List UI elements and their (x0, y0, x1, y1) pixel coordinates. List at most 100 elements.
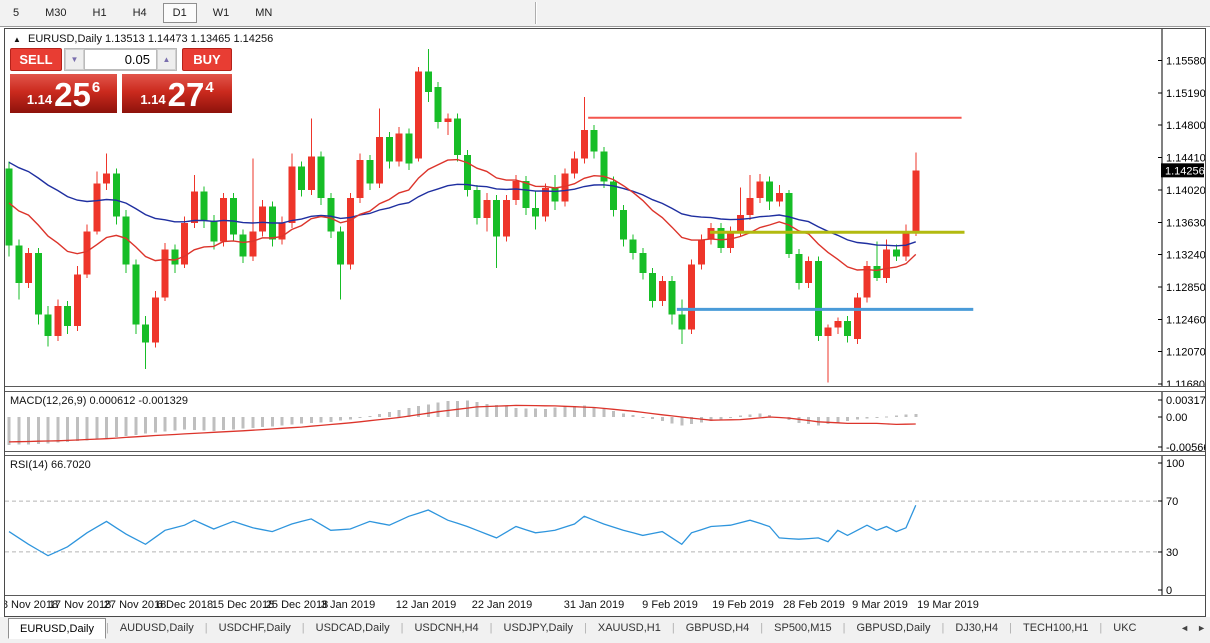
candlestick (844, 321, 851, 336)
candlestick (854, 298, 861, 339)
candlestick (435, 87, 442, 122)
macd-histogram-bar (388, 412, 391, 417)
sell-price-pip: 6 (92, 79, 100, 96)
macd-histogram-bar (134, 417, 137, 435)
candlestick (405, 133, 412, 163)
candlestick (474, 190, 481, 218)
candlestick (503, 200, 510, 236)
tab-scroll-right-icon[interactable]: ► (1197, 623, 1206, 633)
candlestick (522, 181, 529, 208)
candlestick (620, 210, 627, 240)
tab-eurusd-daily[interactable]: EURUSD,Daily (8, 618, 106, 639)
tab-sp500-m15[interactable]: SP500,M15 (763, 618, 842, 637)
macd-indicator-pane: MACD(12,26,9) 0.000612 -0.001329 0.00317… (5, 391, 1205, 452)
macd-histogram-bar (183, 417, 186, 430)
volume-decrease-icon[interactable]: ▼ (65, 49, 84, 70)
tab-gbpusd-daily[interactable]: GBPUSD,Daily (845, 618, 941, 637)
timeframe-button-w1[interactable]: W1 (203, 3, 240, 23)
candlestick (883, 250, 890, 278)
timeframe-button-5[interactable]: 5 (3, 3, 29, 23)
macd-histogram-bar (144, 417, 147, 434)
candlestick (337, 231, 344, 264)
timeframe-toolbar: 5 M30 H1 H4 D1 W1MN (0, 0, 1210, 27)
macd-histogram-bar (524, 408, 527, 417)
date-label: 9 Feb 2019 (642, 599, 698, 611)
tab-usdcad-daily[interactable]: USDCAD,Daily (305, 618, 401, 637)
macd-histogram-bar (661, 417, 664, 421)
trading-platform-window: 5 M30 H1 H4 D1 W1MN ▲ EURUSD,Daily 1.13513 1.… (0, 0, 1210, 643)
candlestick (834, 321, 841, 328)
candlestick (376, 137, 383, 183)
tab-gbpusd-h4[interactable]: GBPUSD,H4 (675, 618, 761, 637)
timeframe-button-mn[interactable]: MN (245, 3, 282, 23)
macd-histogram-bar (222, 417, 225, 430)
candlestick (766, 182, 773, 202)
tab-scroll-buttons: ◄ ► (1180, 623, 1206, 633)
rsi-axis-label: 30 (1166, 547, 1178, 559)
macd-histogram-bar (573, 406, 576, 417)
timeframe-button-d1[interactable]: D1 (163, 3, 197, 23)
volume-input[interactable]: 0.05 (84, 49, 157, 70)
buy-price-prefix: 1.14 (140, 92, 165, 107)
timeframe-button-h4[interactable]: H4 (123, 3, 157, 23)
timeframe-button-m30[interactable]: M30 (35, 3, 76, 23)
macd-histogram-bar (866, 417, 869, 419)
price-axis-label: 1.11680 (1166, 379, 1205, 387)
price-axis-label: 1.15190 (1166, 88, 1205, 100)
candlestick (776, 193, 783, 201)
sell-button[interactable]: SELL (10, 48, 62, 71)
tab-xauusd-h1[interactable]: XAUUSD,H1 (587, 618, 672, 637)
rsi-chart-canvas[interactable]: 10070300 (5, 456, 1205, 596)
macd-histogram-bar (300, 417, 303, 423)
buy-price-tile[interactable]: 1.14 27 4 (122, 74, 232, 113)
candlestick (113, 173, 120, 216)
candlestick (181, 223, 188, 264)
price-axis-label: 1.14800 (1166, 120, 1205, 132)
macd-histogram-bar (495, 405, 498, 417)
tab-usdjpy-daily[interactable]: USDJPY,Daily (493, 618, 585, 637)
candlestick (591, 130, 598, 152)
candlestick (152, 298, 159, 343)
price-axis-label: 1.14410 (1166, 153, 1205, 165)
macd-histogram-bar (164, 417, 167, 431)
tab-usdchf-daily[interactable]: USDCHF,Daily (208, 618, 302, 637)
macd-histogram-bar (651, 417, 654, 419)
candlestick (795, 254, 802, 283)
collapse-arrow-icon[interactable]: ▲ (13, 35, 21, 44)
buy-button[interactable]: BUY (182, 48, 232, 71)
rsi-axis-label: 100 (1166, 458, 1184, 470)
macd-histogram-bar (446, 401, 449, 417)
tab-tech100-h1[interactable]: TECH100,H1 (1012, 618, 1099, 637)
volume-increase-icon[interactable]: ▲ (157, 49, 176, 70)
sell-price-big: 25 (54, 80, 91, 110)
macd-histogram-bar (17, 417, 20, 445)
chart-ohlc-values: 1.13513 1.14473 1.13465 1.14256 (105, 33, 273, 45)
candlestick (386, 137, 393, 162)
rsi-label: RSI(14) 66.7020 (10, 459, 91, 471)
macd-histogram-bar (846, 417, 849, 421)
tab-scroll-left-icon[interactable]: ◄ (1180, 623, 1189, 633)
candlestick (298, 167, 305, 190)
tab-ukc[interactable]: UKC (1102, 618, 1147, 637)
macd-histogram-bar (427, 404, 430, 417)
candlestick (630, 240, 637, 253)
macd-axis-label: 0.00 (1166, 412, 1187, 424)
macd-histogram-bar (602, 409, 605, 417)
sell-price-tile[interactable]: 1.14 25 6 (10, 74, 117, 113)
price-axis-label: 1.12460 (1166, 314, 1205, 326)
candlestick (552, 188, 559, 201)
macd-histogram-bar (203, 417, 206, 430)
candlestick (571, 158, 578, 173)
timeframe-button-h1[interactable]: H1 (83, 3, 117, 23)
macd-histogram-bar (193, 417, 196, 430)
macd-histogram-bar (905, 415, 908, 417)
macd-histogram-bar (76, 417, 79, 441)
macd-axis-label: 0.003177 (1166, 395, 1205, 407)
tab-audusd-daily[interactable]: AUDUSD,Daily (109, 618, 205, 637)
macd-histogram-bar (749, 414, 752, 417)
candlestick (249, 231, 256, 256)
tab-dj30-h4[interactable]: DJ30,H4 (944, 618, 1009, 637)
macd-histogram-bar (329, 417, 332, 422)
tab-usdcnh-h4[interactable]: USDCNH,H4 (403, 618, 489, 637)
macd-histogram-bar (281, 417, 284, 425)
